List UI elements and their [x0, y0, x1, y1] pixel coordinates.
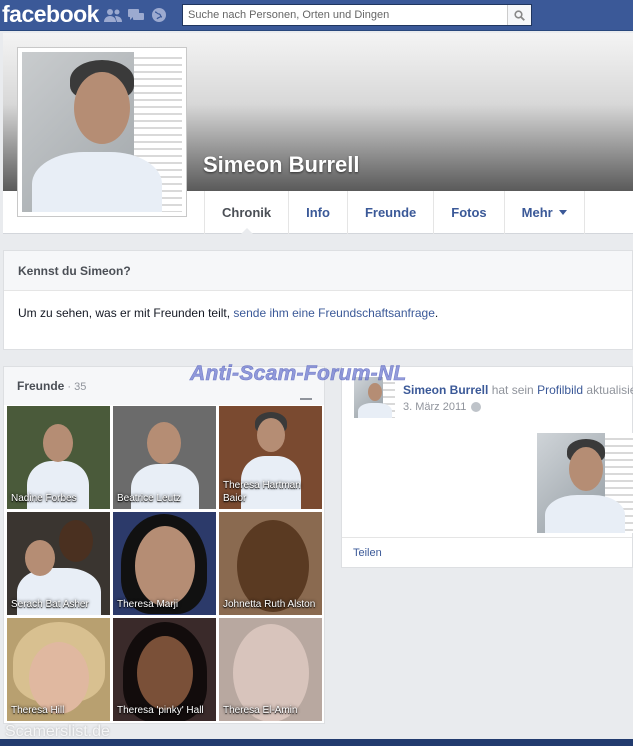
friend-name: Serach Bat Asher — [11, 599, 89, 610]
search-box — [182, 4, 532, 26]
friend-name: Theresa Hartman Baior — [223, 480, 301, 504]
post-footer: Teilen — [342, 537, 632, 568]
friend-tile[interactable]: Theresa 'pinky' Hall — [113, 618, 216, 721]
tab-label: Freunde — [364, 205, 417, 220]
search-button[interactable] — [507, 5, 531, 25]
watermark-bottom: Scamerslist.de — [5, 723, 110, 740]
card-body: Um zu sehen, was er mit Freunden teilt, … — [4, 291, 632, 335]
prompt-text: Um zu sehen, was er mit Freunden teilt, — [18, 306, 234, 320]
friend-tile[interactable]: Beatrice Leutz — [113, 406, 216, 509]
share-link[interactable]: Teilen — [353, 547, 382, 559]
friend-name: Nadine Forbes — [11, 493, 77, 504]
minimize-icon — [300, 398, 312, 400]
friend-tile[interactable]: Johnetta Ruth Alston — [219, 512, 322, 615]
timeline-post: Simeon Burrell hat sein Profilbild aktua… — [341, 366, 633, 568]
watermark-text: Anti-Scam-Forum-NL — [190, 362, 407, 386]
profile-tabs: Chronik Info Freunde Fotos Mehr — [204, 191, 585, 235]
tab-mehr[interactable]: Mehr — [503, 191, 585, 234]
friend-tile[interactable]: Nadine Forbes — [7, 406, 110, 509]
profile-photo — [22, 52, 182, 212]
friends-box: Freunde · 35 Nadine Forbes Beatrice Leut… — [3, 366, 325, 724]
tab-label: Mehr — [521, 205, 553, 220]
tab-label: Fotos — [451, 205, 487, 220]
friend-name: Theresa Hill — [11, 705, 65, 716]
tab-chronik[interactable]: Chronik — [204, 191, 288, 235]
prompt-end: . — [434, 306, 439, 320]
profile-picture-link[interactable]: Profilbild — [537, 383, 583, 397]
post-timestamp: 3. März 2011 — [403, 401, 482, 413]
facebook-logo[interactable]: facebook — [2, 1, 99, 28]
tab-info[interactable]: Info — [288, 191, 347, 234]
friends-grid: Nadine Forbes Beatrice Leutz Theresa Har… — [7, 406, 322, 721]
friend-name: Theresa Marji — [117, 599, 179, 610]
friend-tile[interactable]: Theresa Hartman Baior — [219, 406, 322, 509]
friend-tile[interactable]: Theresa Hill — [7, 618, 110, 721]
tab-freunde[interactable]: Freunde — [346, 191, 433, 234]
post-header: Simeon Burrell hat sein Profilbild aktua… — [403, 383, 633, 397]
notification-jewels — [104, 7, 168, 23]
friend-name: Theresa El-Amin — [223, 705, 298, 716]
post-photo[interactable] — [537, 433, 633, 533]
friend-request-link[interactable]: sende ihm eine Freundschaftsanfrage — [233, 306, 434, 320]
friend-name: Beatrice Leutz — [117, 493, 181, 504]
friend-tile[interactable]: Serach Bat Asher — [7, 512, 110, 615]
top-navigation-bar: facebook — [0, 0, 633, 31]
notifications-globe-icon[interactable] — [150, 7, 168, 23]
public-globe-icon — [471, 402, 482, 412]
friends-title[interactable]: Freunde — [17, 379, 64, 393]
profile-picture[interactable] — [17, 47, 187, 217]
friend-requests-icon[interactable] — [104, 7, 122, 23]
profile-name[interactable]: Simeon Burrell — [203, 152, 359, 178]
search-icon — [514, 9, 525, 21]
friend-name: Theresa 'pinky' Hall — [117, 705, 204, 716]
card-title: Kennst du Simeon? — [4, 251, 632, 291]
tab-label: Chronik — [222, 205, 272, 220]
messages-icon[interactable] — [127, 7, 145, 23]
post-action-text: hat sein — [488, 383, 538, 397]
post-date[interactable]: 3. März 2011 — [403, 401, 466, 413]
tab-label: Info — [306, 205, 330, 220]
friend-tile[interactable]: Theresa Marji — [113, 512, 216, 615]
friend-request-prompt-card: Kennst du Simeon? Um zu sehen, was er mi… — [3, 250, 633, 350]
post-author-link[interactable]: Simeon Burrell — [403, 383, 488, 397]
post-action-suffix: aktualisiert. — [586, 383, 633, 397]
friends-count: 35 — [74, 381, 87, 393]
friends-separator: · — [64, 381, 75, 393]
tab-fotos[interactable]: Fotos — [433, 191, 503, 234]
search-input[interactable] — [183, 5, 507, 25]
friend-name: Johnetta Ruth Alston — [223, 599, 316, 610]
friend-tile[interactable]: Theresa El-Amin — [219, 618, 322, 721]
chevron-down-icon — [558, 210, 567, 215]
